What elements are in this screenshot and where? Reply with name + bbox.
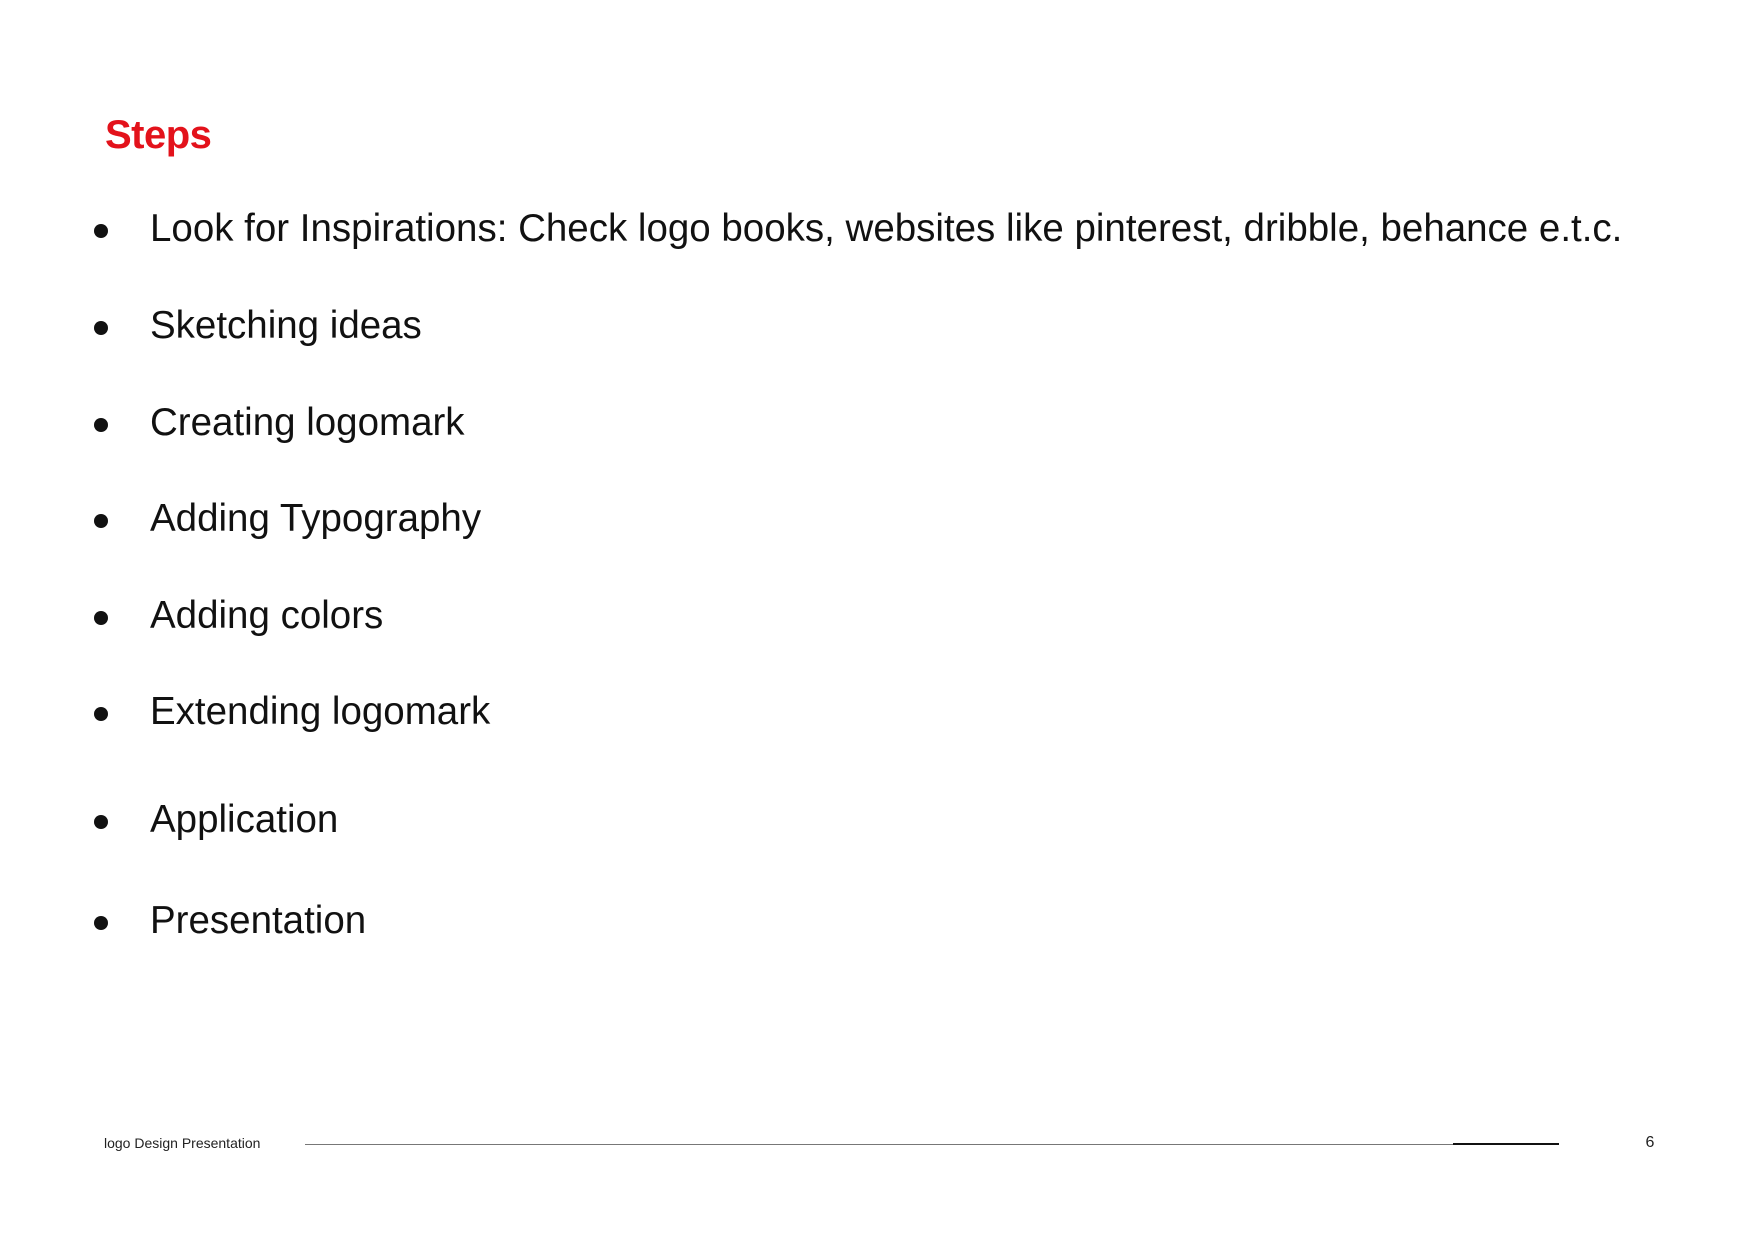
- step-text: Look for Inspirations: Check logo books,…: [150, 207, 1623, 250]
- list-item: Adding Typography: [88, 494, 1728, 544]
- step-text: Application: [150, 798, 339, 841]
- footer-divider: [305, 1144, 1559, 1145]
- list-item: Extending logomark: [88, 687, 1728, 737]
- step-text: Presentation: [150, 899, 367, 942]
- list-item: Presentation: [88, 896, 1728, 946]
- bullet-icon: [94, 321, 108, 335]
- page-number: 6: [1645, 1134, 1655, 1151]
- slide-title: Steps: [105, 113, 212, 157]
- footer-label: logo Design Presentation: [104, 1135, 261, 1151]
- bullet-icon: [94, 815, 108, 829]
- bullet-icon: [94, 418, 108, 432]
- step-text: Extending logomark: [150, 690, 491, 733]
- bullet-icon: [94, 224, 108, 238]
- step-text: Creating logomark: [150, 401, 465, 444]
- list-item: Application: [88, 795, 1728, 845]
- bullet-icon: [94, 514, 108, 528]
- bullet-icon: [94, 611, 108, 625]
- list-item: Look for Inspirations: Check logo books,…: [88, 204, 1728, 254]
- list-item: Creating logomark: [88, 398, 1728, 448]
- step-text: Adding Typography: [150, 497, 482, 540]
- bullet-icon: [94, 916, 108, 930]
- footer-accent-line: [1453, 1143, 1559, 1145]
- list-item: Sketching ideas: [88, 301, 1728, 351]
- list-item: Adding colors: [88, 591, 1728, 641]
- step-text: Adding colors: [150, 594, 384, 637]
- step-text: Sketching ideas: [150, 304, 422, 347]
- bullet-icon: [94, 707, 108, 721]
- slide: Steps Look for Inspirations: Check logo …: [0, 0, 1754, 1241]
